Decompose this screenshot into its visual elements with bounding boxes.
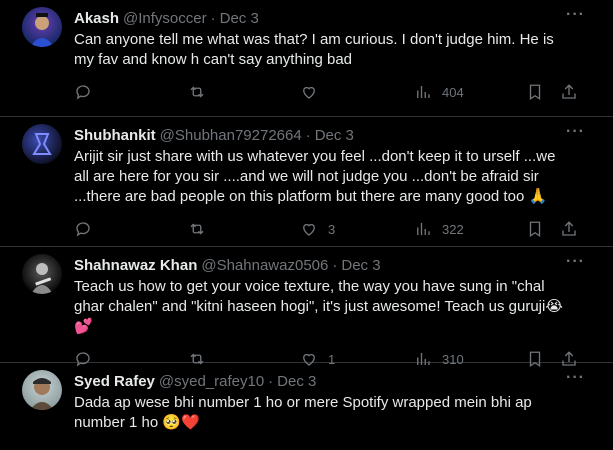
author-handle[interactable]: @Shubhan79272664	[160, 127, 302, 144]
avatar-image	[30, 378, 54, 410]
tweet-date[interactable]: Dec 3	[220, 10, 259, 27]
author-name[interactable]: Shahnawaz Khan	[74, 257, 197, 274]
tweet[interactable]: Shubhankit @Shubhan79272664 · Dec 3 ··· …	[0, 117, 613, 247]
tweet-text: Can anyone tell me what was that? I am c…	[74, 31, 554, 68]
share-button[interactable]	[560, 82, 578, 102]
tweet-date[interactable]: Dec 3	[277, 373, 316, 390]
author-handle[interactable]: @syed_rafey10	[159, 373, 264, 390]
reply-button[interactable]	[74, 82, 102, 102]
avatar[interactable]	[22, 370, 62, 410]
separator-dot: ·	[210, 9, 216, 27]
tweet-actions: 3 322	[74, 207, 597, 251]
more-options-icon[interactable]: ···	[566, 370, 585, 386]
separator-dot: ·	[305, 126, 311, 144]
retweet-button[interactable]	[188, 82, 216, 102]
share-icon	[562, 221, 576, 236]
tweet-header: Shubhankit @Shubhan79272664 · Dec 3	[74, 125, 597, 145]
reply-icon	[76, 85, 90, 100]
author-name[interactable]: Syed Rafey	[74, 373, 155, 390]
avatar-image	[31, 263, 53, 294]
tweet-header: Akash @Infysoccer · Dec 3	[74, 8, 597, 28]
tweet[interactable]: Akash @Infysoccer · Dec 3 ··· Can anyone…	[0, 0, 613, 117]
avatar-image	[32, 133, 52, 155]
author-handle[interactable]: @Infysoccer	[123, 10, 207, 27]
avatar[interactable]	[22, 7, 62, 47]
separator-dot: ·	[268, 372, 274, 390]
heart-icon	[303, 86, 315, 99]
tweet-text: Teach us how to get your voice texture, …	[74, 278, 563, 335]
bookmark-icon	[529, 84, 541, 101]
author-handle[interactable]: @Shahnawaz0506	[201, 257, 328, 274]
author-name[interactable]: Shubhankit	[74, 127, 156, 144]
tweet-header: Syed Rafey @syed_rafey10 · Dec 3	[74, 371, 597, 391]
share-icon	[562, 84, 576, 99]
tweet[interactable]: Syed Rafey @syed_rafey10 · Dec 3 ··· Dad…	[0, 363, 613, 450]
view-count: 322	[442, 221, 464, 237]
more-options-icon[interactable]: ···	[566, 254, 585, 270]
avatar-image	[30, 13, 54, 47]
like-count: 3	[328, 221, 336, 237]
tweet-actions: 404	[74, 70, 597, 114]
share-button[interactable]	[560, 219, 578, 239]
more-options-icon[interactable]: ···	[566, 7, 585, 23]
reply-icon	[76, 222, 90, 237]
tweet-date[interactable]: Dec 3	[341, 257, 380, 274]
retweet-button[interactable]	[188, 219, 216, 239]
bookmark-button[interactable]	[526, 219, 544, 239]
retweet-icon	[190, 223, 204, 235]
views-button[interactable]: 322	[414, 219, 464, 239]
reply-button[interactable]	[74, 219, 102, 239]
like-button[interactable]	[300, 82, 328, 102]
retweet-icon	[190, 86, 204, 98]
more-options-icon[interactable]: ···	[566, 124, 585, 140]
tweet-text: Dada ap wese bhi number 1 ho or mere Spo…	[74, 394, 532, 431]
analytics-icon	[417, 86, 430, 98]
reply-feed: Akash @Infysoccer · Dec 3 ··· Can anyone…	[0, 0, 613, 450]
tweet[interactable]: Shahnawaz Khan @Shahnawaz0506 · Dec 3 ··…	[0, 247, 613, 368]
tweet-date[interactable]: Dec 3	[315, 127, 354, 144]
views-button[interactable]: 404	[414, 82, 464, 102]
view-count: 404	[442, 84, 464, 100]
heart-icon	[303, 223, 315, 236]
avatar[interactable]	[22, 124, 62, 164]
bookmark-button[interactable]	[526, 82, 544, 102]
tweet-header: Shahnawaz Khan @Shahnawaz0506 · Dec 3	[74, 255, 597, 275]
tweet-text: Arijit sir just share with us whatever y…	[74, 148, 556, 205]
analytics-icon	[417, 223, 430, 235]
avatar[interactable]	[22, 254, 62, 294]
separator-dot: ·	[332, 256, 338, 274]
bookmark-icon	[529, 221, 541, 238]
like-button[interactable]: 3	[300, 219, 335, 239]
author-name[interactable]: Akash	[74, 10, 119, 27]
